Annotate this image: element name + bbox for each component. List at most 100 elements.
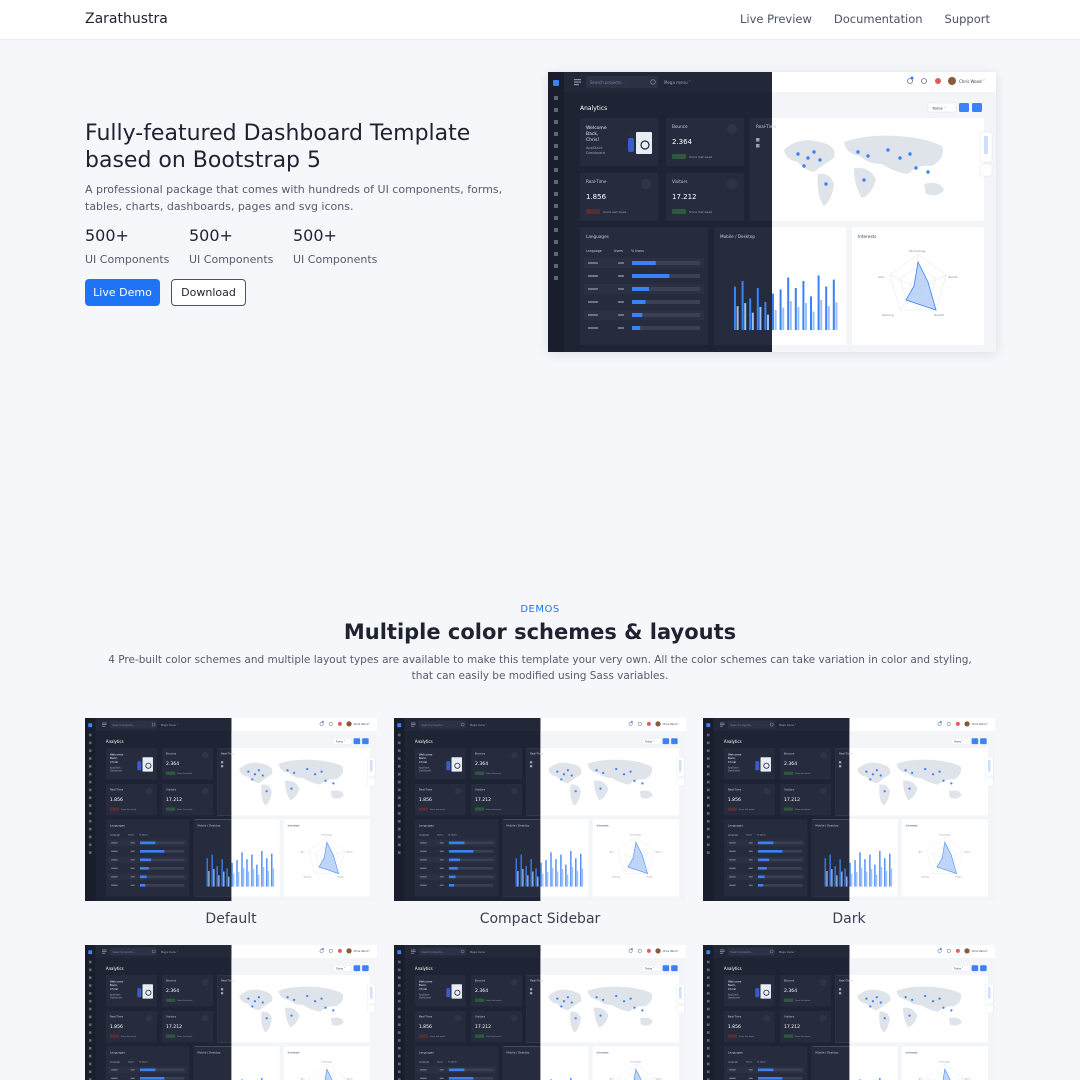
dashboard-mockup: Search projects... Mega menu ˅ Chris Woo… (394, 718, 686, 901)
svg-text:Today ˅: Today ˅ (931, 106, 946, 111)
svg-text:Search projects...: Search projects... (590, 80, 625, 85)
dashboard-mockup: Search projects... Mega menu ˅ Chris Woo… (703, 945, 995, 1080)
svg-text:1.856: 1.856 (419, 1024, 432, 1030)
svg-text:Today ˅: Today ˅ (954, 740, 963, 744)
nav-link-documentation[interactable]: Documentation (834, 12, 923, 26)
svg-text:Since last week: Since last week (689, 210, 713, 214)
svg-text:Since last week: Since last week (795, 1035, 811, 1038)
svg-text:Gaming: Gaming (921, 876, 929, 878)
svg-text:Visitors: Visitors (166, 788, 177, 792)
svg-text:Mobile / Desktop: Mobile / Desktop (815, 1050, 838, 1054)
svg-text:Technology: Technology (939, 1062, 951, 1064)
svg-text:17.212: 17.212 (475, 797, 491, 803)
svg-text:Real-Time: Real-Time (839, 752, 853, 756)
svg-text:Since last week: Since last week (689, 155, 713, 159)
demo-label-compact-sidebar[interactable]: Compact Sidebar (395, 911, 685, 927)
svg-text:Users: Users (128, 1061, 134, 1064)
svg-text:Search projects...: Search projects... (421, 723, 444, 727)
svg-text:Since last week: Since last week (121, 808, 137, 811)
svg-text:Real-Time: Real-Time (530, 752, 544, 756)
svg-text:Analytics: Analytics (106, 739, 124, 744)
svg-text:AppStack: AppStack (110, 993, 121, 996)
svg-text:Language: Language (728, 835, 739, 837)
svg-text:Dashboard: Dashboard (110, 997, 123, 1000)
svg-text:17.212: 17.212 (784, 1024, 800, 1030)
live-demo-button[interactable]: Live Demo (85, 279, 160, 306)
svg-text:Language: Language (728, 1062, 739, 1064)
demo-preview-default[interactable]: Search projects... Mega menu ˅ Chris Woo… (85, 718, 377, 901)
svg-text:Real-Time: Real-Time (839, 979, 853, 983)
download-button[interactable]: Download (171, 279, 246, 306)
svg-text:Languages: Languages (586, 234, 609, 239)
svg-text:Since last week: Since last week (177, 1035, 193, 1038)
demo-preview-compact-sidebar[interactable]: Search projects... Mega menu ˅ Chris Woo… (394, 718, 686, 901)
dashboard-mockup: Search projects... Mega menu ˅ Chris Woo… (85, 718, 377, 901)
svg-text:Real-Time: Real-Time (221, 752, 235, 756)
svg-text:% Users: % Users (448, 834, 456, 837)
svg-text:Technology: Technology (939, 835, 951, 837)
svg-text:Since last week: Since last week (795, 999, 811, 1002)
svg-text:Sports: Sports (948, 275, 958, 279)
svg-text:Bounce: Bounce (784, 979, 795, 983)
svg-text:2.364: 2.364 (672, 138, 693, 146)
brand-logo[interactable]: Zarathustra (85, 11, 168, 27)
demo-preview-4[interactable]: Search projects... Mega menu ˅ Chris Woo… (85, 945, 377, 1080)
svg-text:Interests: Interests (906, 1050, 919, 1054)
stat-label: UI Components (85, 253, 170, 266)
svg-text:Analytics: Analytics (580, 105, 607, 112)
svg-text:2.364: 2.364 (475, 761, 488, 767)
dashboard-mockup: Search projects... Mega menu ˅ Chris Woo… (394, 945, 686, 1080)
stat-block: 500+ UI Components (85, 226, 169, 266)
svg-text:% Users: % Users (448, 1061, 456, 1064)
svg-text:AppStack: AppStack (728, 766, 739, 769)
svg-text:Language: Language (586, 249, 602, 253)
svg-text:Since last week: Since last week (486, 999, 502, 1002)
svg-text:2.364: 2.364 (166, 988, 179, 994)
svg-text:Interests: Interests (597, 1050, 610, 1054)
nav-link-support[interactable]: Support (945, 12, 990, 26)
svg-text:Mega menu ˅: Mega menu ˅ (664, 80, 691, 85)
svg-text:Bounce: Bounce (672, 124, 688, 129)
svg-text:Users: Users (128, 834, 134, 837)
svg-text:Since last week: Since last week (603, 210, 627, 214)
svg-text:Real-Time: Real-Time (221, 979, 235, 983)
svg-text:% Users: % Users (757, 1061, 765, 1064)
dashboard-mockup: Search projects... Mega menu ˅ Chris Woo… (548, 72, 996, 352)
dashboard-mockup: Search projects... Mega menu ˅ Chris Woo… (703, 718, 995, 901)
dashboard-preview-image[interactable]: Search projects... Mega menu ˅ Chris Woo… (548, 72, 996, 352)
stat-value: 500+ (189, 226, 233, 245)
svg-text:2.364: 2.364 (475, 988, 488, 994)
stat-label: UI Components (189, 253, 274, 266)
svg-text:17.212: 17.212 (672, 193, 697, 201)
dashboard-mockup: Search projects... Mega menu ˅ Chris Woo… (85, 945, 377, 1080)
demo-label-default[interactable]: Default (86, 911, 376, 927)
svg-text:Chris Wood ˅: Chris Wood ˅ (663, 722, 681, 726)
demo-label-dark[interactable]: Dark (704, 911, 994, 927)
svg-text:Mobile / Desktop: Mobile / Desktop (720, 234, 755, 239)
svg-text:Language: Language (419, 835, 430, 837)
demo-preview-5[interactable]: Search projects... Mega menu ˅ Chris Woo… (394, 945, 686, 1080)
demo-preview-dark[interactable]: Search projects... Mega menu ˅ Chris Woo… (703, 718, 995, 901)
svg-text:Since last week: Since last week (430, 1035, 446, 1038)
svg-text:Visitors: Visitors (784, 1015, 795, 1019)
nav-link-live-preview[interactable]: Live Preview (740, 12, 812, 26)
svg-text:Real-Time: Real-Time (586, 179, 607, 184)
svg-text:Sports: Sports (655, 851, 661, 854)
nav-links: Live Preview Documentation Support (740, 12, 990, 26)
svg-text:Real-Time: Real-Time (530, 979, 544, 983)
svg-text:Sports: Sports (346, 851, 352, 854)
svg-text:17.212: 17.212 (166, 1024, 182, 1030)
svg-text:Today ˅: Today ˅ (645, 967, 654, 971)
svg-text:Real-Time: Real-Time (756, 124, 777, 129)
svg-text:% Users: % Users (139, 1061, 147, 1064)
svg-text:Gaming: Gaming (303, 876, 311, 878)
demo-preview-6[interactable]: Search projects... Mega menu ˅ Chris Woo… (703, 945, 995, 1080)
svg-text:Visitors: Visitors (166, 1015, 177, 1019)
svg-text:Mega menu ˅: Mega menu ˅ (470, 723, 488, 727)
svg-text:Chris!: Chris! (110, 760, 119, 764)
svg-text:Today ˅: Today ˅ (336, 740, 345, 744)
svg-text:Visitors: Visitors (475, 1015, 486, 1019)
svg-text:Chris!: Chris! (728, 987, 737, 991)
svg-text:Languages: Languages (419, 823, 434, 827)
svg-text:Users: Users (437, 834, 443, 837)
